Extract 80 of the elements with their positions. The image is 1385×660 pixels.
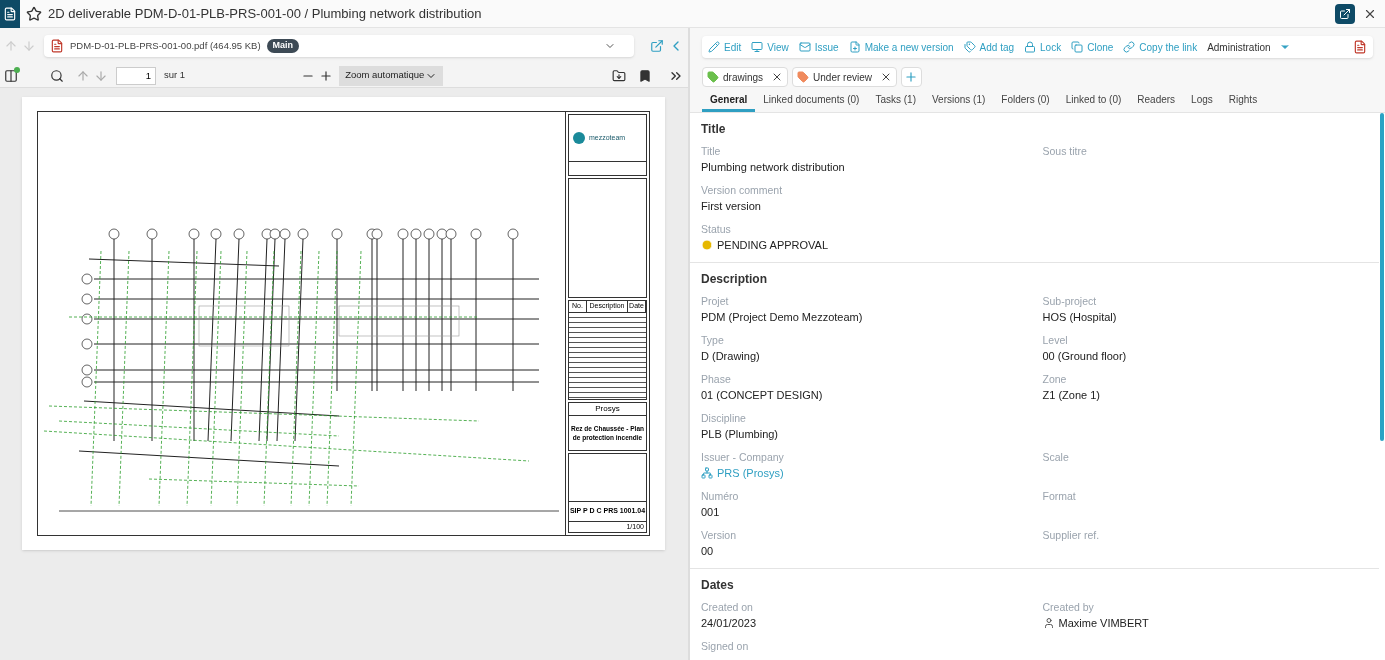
tag-label: drawings [723, 70, 764, 85]
tab[interactable]: Versions (1) [924, 90, 994, 112]
user-icon [1042, 617, 1055, 629]
action-icon [1024, 41, 1037, 53]
field-label: Title [701, 145, 721, 158]
tab[interactable]: Linked to (0) [1057, 90, 1130, 112]
field-label: Format [1042, 490, 1076, 503]
field-label: Level [1042, 334, 1068, 347]
star-icon[interactable] [26, 5, 42, 22]
page-number-field[interactable]: 1 [116, 66, 156, 85]
search-icon[interactable] [50, 68, 64, 83]
file-name: PDM-D-01-PLB-PRS-001-00.pdf (464.95 KB) [70, 38, 261, 53]
zoom-select[interactable]: Zoom automatique [339, 65, 444, 86]
action-icon [963, 41, 976, 53]
page-total: sur 1 [164, 68, 186, 83]
section-title: Dates [701, 577, 734, 593]
action-icon [708, 41, 720, 53]
field-value: Maxime VIMBERT [1058, 616, 1149, 630]
field-label: Status [701, 223, 731, 236]
field-label: Sous titre [1042, 145, 1087, 158]
action-icon [1071, 41, 1084, 53]
field-label: Signed on [701, 640, 749, 653]
field-value: 001 [701, 505, 721, 519]
logo-icon [573, 132, 585, 144]
field-label: Type [701, 334, 724, 347]
field-value: 00 (Ground floor) [1042, 349, 1128, 363]
field-label: Version [701, 529, 737, 542]
field-value: Z1 (Zone 1) [1042, 388, 1101, 402]
section-title: Title [701, 121, 726, 137]
field-label: Discipline [701, 412, 746, 425]
field-label: Phase [701, 373, 731, 386]
administration-menu[interactable]: Administration [1207, 39, 1291, 55]
field-value: PDM (Project Demo Mezzoteam) [701, 310, 864, 324]
tag-label: Under review [813, 70, 872, 85]
plus-icon [904, 70, 919, 84]
action-icon [1123, 41, 1136, 53]
field-label: Version comment [701, 184, 783, 197]
tab[interactable]: Tasks (1) [867, 90, 924, 112]
file-selector[interactable]: PDM-D-01-PLB-PRS-001-00.pdf (464.95 KB) Main [44, 35, 634, 57]
main-badge: Main [266, 39, 300, 53]
sidebar-toggle-icon[interactable] [4, 68, 18, 83]
field-label: Sub-project [1042, 295, 1097, 308]
window-title: 2D deliverable PDM-D-01-PLB-PRS-001-00 / Plumbing network distribution [48, 4, 482, 23]
action-icon [848, 41, 861, 53]
field-value: First version [701, 199, 762, 213]
pdf-icon [50, 39, 64, 53]
field-value: HOS (Hospital) [1042, 310, 1118, 324]
field-label: Numéro [701, 490, 739, 503]
zoom-in-icon[interactable] [319, 68, 334, 83]
company-name: Prosys [569, 403, 646, 416]
field-value: 00 [701, 544, 715, 558]
tab[interactable]: Logs [1183, 90, 1221, 112]
action-icon [798, 41, 811, 53]
field-value: 24/01/2023 [701, 616, 758, 630]
scrollbar-thumb[interactable] [1380, 113, 1384, 441]
pdf-export-icon[interactable] [1353, 40, 1367, 54]
field-value: PLB (Plumbing) [701, 427, 780, 441]
field-label: Scale [1042, 451, 1069, 464]
open-external-button[interactable] [1335, 3, 1355, 24]
bookmark-icon[interactable] [638, 68, 652, 83]
action-icon [751, 41, 764, 53]
field-value: 01 (CONCEPT DESIGN) [701, 388, 824, 402]
tab[interactable]: Rights [1220, 90, 1266, 112]
section-title: Description [701, 271, 767, 287]
field-label: Issuer - Company [701, 451, 784, 464]
field-label: Zone [1042, 373, 1067, 386]
field-label: Projet [701, 295, 729, 308]
external-link-icon [1339, 7, 1351, 20]
field-label: Created on [701, 601, 753, 614]
field-label: Created by [1042, 601, 1094, 614]
tab[interactable]: Linked documents (0) [755, 90, 868, 112]
tab[interactable]: Readers [1129, 90, 1184, 112]
folder-icon[interactable] [612, 68, 626, 83]
field-label: Supplier ref. [1042, 529, 1100, 542]
field-value: PENDING APPROVAL [717, 238, 829, 252]
field-value: D (Drawing) [701, 349, 761, 363]
tab[interactable]: Folders (0) [993, 90, 1058, 112]
field-value: Plumbing network distribution [701, 160, 846, 174]
organization-icon [701, 467, 713, 479]
open-external-icon[interactable] [650, 39, 664, 53]
